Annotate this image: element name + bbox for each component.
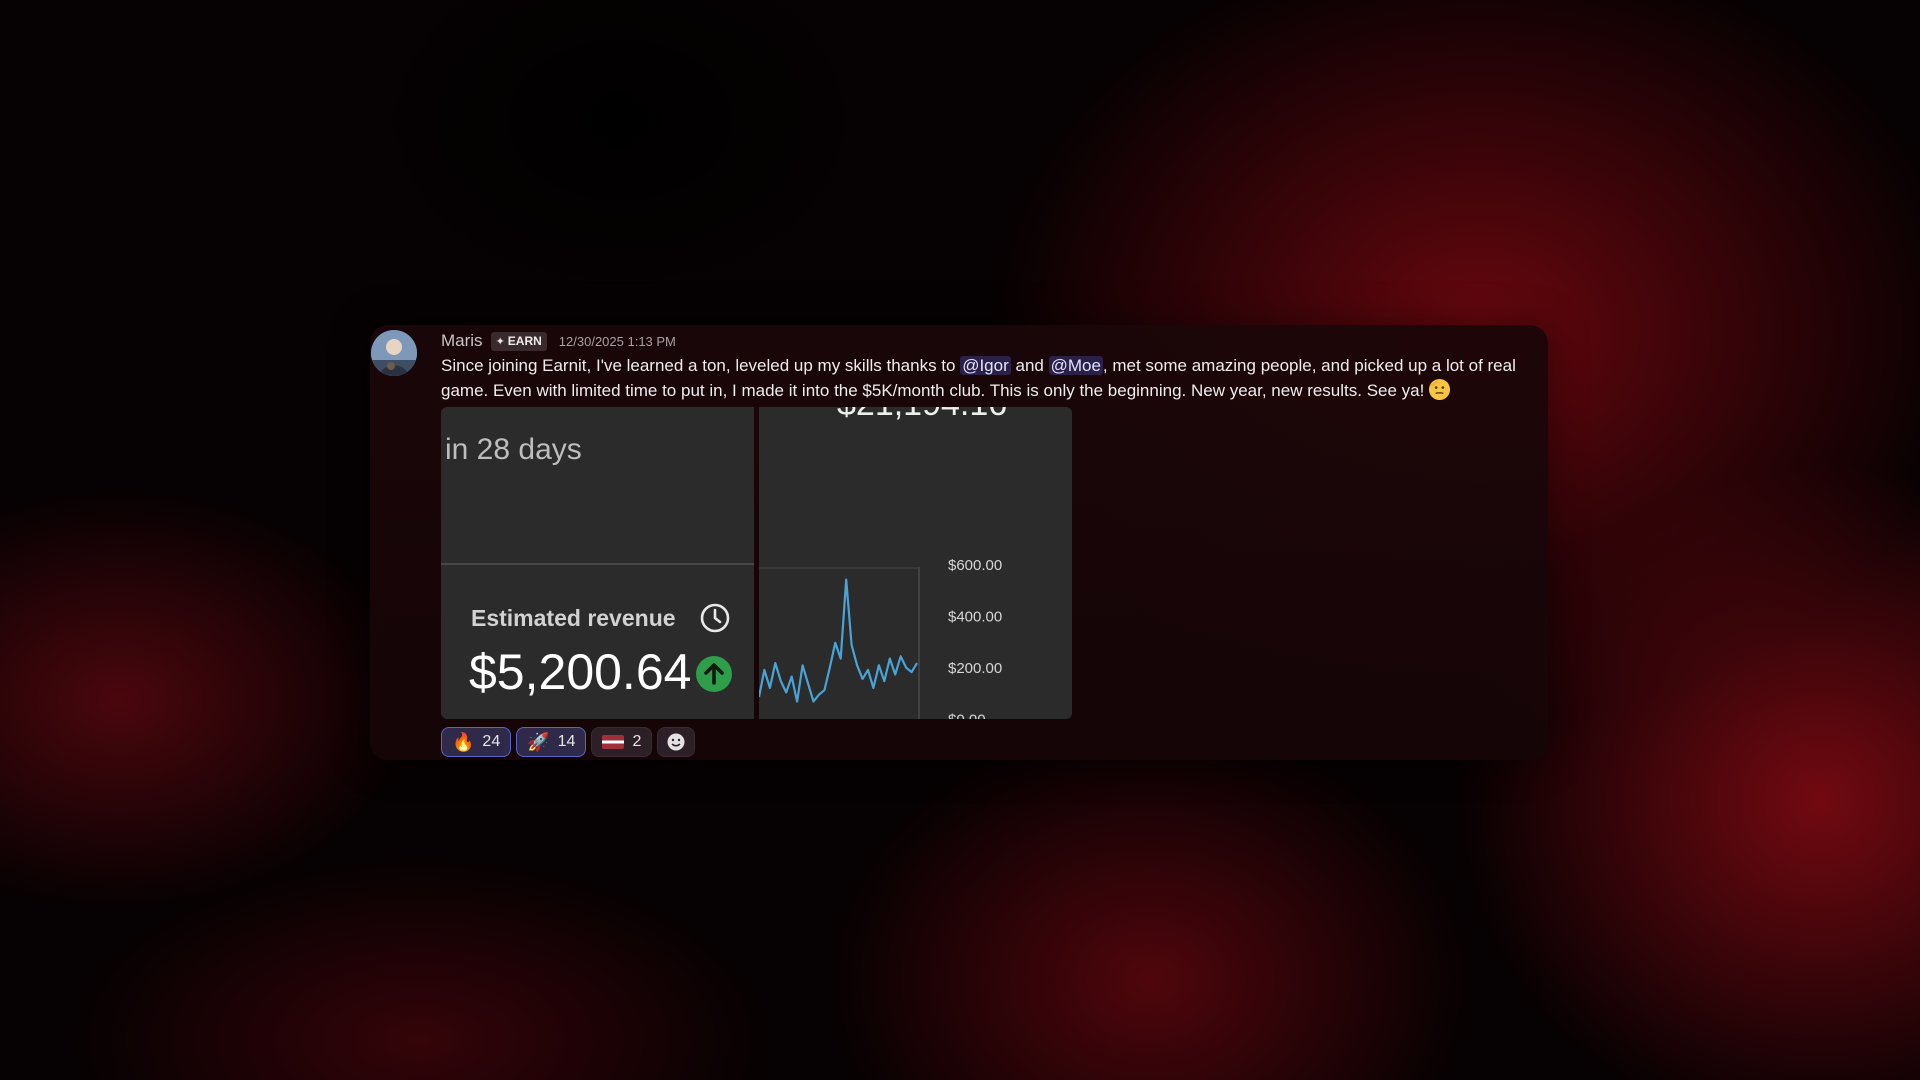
- reactions-bar: 🔥 24 🚀 14 2: [441, 727, 696, 757]
- smiley-add-reaction-icon: [667, 733, 685, 751]
- divider: [441, 563, 754, 565]
- rocket-emoji: 🚀: [527, 732, 550, 752]
- estimated-revenue-label: Estimated revenue: [471, 605, 676, 631]
- latvia-flag-emoji: [602, 735, 625, 749]
- y-tick-label: $0.00: [948, 712, 986, 720]
- mention-moe[interactable]: @Moe: [1048, 356, 1103, 375]
- role-tag[interactable]: ✦ EARN: [490, 331, 547, 351]
- sparkle-icon: ✦: [495, 335, 505, 348]
- message-text: Since joining Earnit, I've learned a ton…: [441, 356, 961, 375]
- role-tag-label: EARN: [507, 334, 542, 348]
- message-header: Maris ✦ EARN 12/30/2025 1:13 PM: [441, 330, 676, 352]
- reaction-count: 2: [632, 733, 642, 750]
- mention-igor[interactable]: @Igor: [960, 356, 1011, 375]
- attachment-chart-card[interactable]: $21,194.16 $600.00$400.00$200.00$0.00: [759, 407, 1072, 719]
- clock-icon: [700, 603, 730, 633]
- reaction-count: 24: [482, 733, 501, 750]
- revenue-line-chart: $600.00 $400.00 $200.00 $0.00: [759, 557, 1002, 720]
- arrow-up-circle-icon: [696, 656, 732, 692]
- estimated-revenue-value: $5,200.64: [469, 644, 692, 700]
- reaction-rocket[interactable]: 🚀 14: [516, 727, 587, 757]
- y-tick-label: $200.00: [948, 660, 1002, 677]
- avatar[interactable]: [371, 330, 417, 376]
- message-text: and: [1010, 356, 1049, 375]
- message-body: Since joining Earnit, I've learned a ton…: [441, 353, 1549, 403]
- add-reaction-button[interactable]: [657, 727, 696, 757]
- message-timestamp: 12/30/2025 1:13 PM: [558, 333, 676, 349]
- period-text: in 28 days: [445, 433, 582, 466]
- saluting-face-emoji: [1429, 378, 1451, 401]
- fire-emoji: 🔥: [452, 732, 475, 752]
- y-tick-label: $400.00: [948, 609, 1002, 626]
- attachment-revenue-card[interactable]: in 28 days Estimated revenue $5,200.64: [441, 407, 754, 719]
- reaction-count: 14: [557, 733, 576, 750]
- revenue-series-line: [759, 578, 918, 703]
- reaction-fire[interactable]: 🔥 24: [441, 727, 512, 757]
- reaction-latvia-flag[interactable]: 2: [591, 727, 653, 757]
- y-tick-label: $600.00: [948, 557, 1002, 574]
- author-name[interactable]: Maris: [441, 331, 483, 351]
